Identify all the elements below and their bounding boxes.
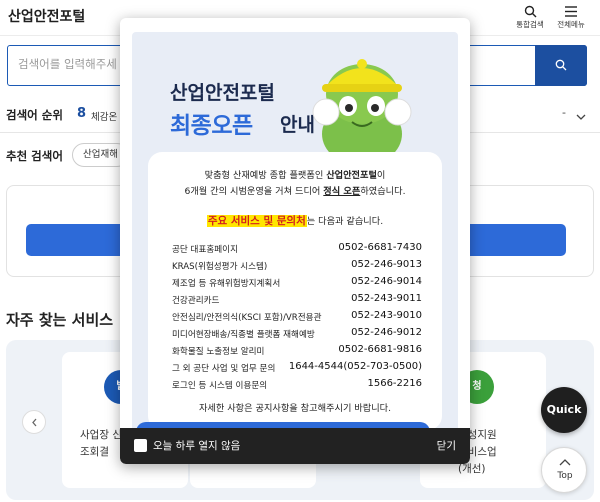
mascot-illustration xyxy=(312,59,412,164)
all-menu-button[interactable]: 전체메뉴 xyxy=(551,3,591,30)
frequent-services-title: 자주 찾는 서비스 xyxy=(6,311,114,329)
contact-row: 공단 대표홈페이지 0502-6681-7430 xyxy=(172,242,422,255)
popup-highlight-line: 주요 서비스 및 문의처는 다음과 같습니다. xyxy=(206,215,384,227)
ranking-change: - xyxy=(562,106,566,119)
ranking-number: 8 xyxy=(77,106,87,121)
popup-intro-line1: 맞춤형 산재예방 종합 플랫폼인 산업안전포털이 xyxy=(204,170,386,181)
contact-row: 제조업 등 유해위험방지계획서 052-246-9014 xyxy=(172,276,422,289)
search-submit-button[interactable] xyxy=(535,44,587,86)
popup-bottom-bar: 오늘 하루 열지 않음 닫기 xyxy=(120,428,470,464)
site-logo[interactable]: 산업안전포털 xyxy=(8,6,85,26)
dont-show-today-checkbox[interactable] xyxy=(134,439,147,452)
ranking-keyword[interactable]: 체감온 xyxy=(91,109,117,123)
contact-row: 미디어현장배송/직종별 플랫폼 재해예방 052-246-9012 xyxy=(172,327,422,340)
chevron-left-icon xyxy=(32,418,37,427)
popup-close-button[interactable]: 닫기 xyxy=(437,438,456,453)
scroll-top-button[interactable]: Top xyxy=(541,447,587,493)
popup-intro-line2: 6개월 간의 시범운영을 거쳐 드디어 정식 오픈하였습니다. xyxy=(184,186,406,197)
recommend-title: 추천 검색어 xyxy=(6,149,63,163)
ranking-title: 검색어 순위 xyxy=(6,108,63,122)
carousel-prev-button[interactable] xyxy=(22,410,46,434)
search-icon xyxy=(555,59,567,70)
popup-title-main: 산업안전포털 xyxy=(170,82,275,104)
all-menu-label: 전체메뉴 xyxy=(557,20,585,29)
search-icon xyxy=(510,3,550,18)
unified-search-button[interactable]: 통합검색 xyxy=(510,3,550,30)
unified-search-label: 통합검색 xyxy=(516,20,544,29)
hamburger-icon xyxy=(551,3,591,17)
contact-row: 로그인 등 시스템 이용문의 1566-2216 xyxy=(172,378,422,391)
service-card-text: 사업장 신 조회결 xyxy=(80,429,122,458)
contact-row: KRAS(위험성평가 시스템) 052-246-9013 xyxy=(172,259,422,272)
contact-row: 건강관리카드 052-243-9011 xyxy=(172,293,422,306)
contact-row: 화학물질 노출정보 알리미 0502-6681-9816 xyxy=(172,344,422,357)
chevron-up-icon xyxy=(559,459,571,466)
popup-banner: 산업안전포털 최종오픈 안내 맞춤형 산재예방 종합 플랫폼인 산업안전포털이 … xyxy=(132,32,458,442)
chevron-down-icon[interactable] xyxy=(576,106,586,125)
contact-row: 안전심리/안전의식(KSCI 포함)/VR전용관 052-243-9010 xyxy=(172,310,422,323)
popup-footer-note: 자세한 사항은 공지사항을 참고해주시기 바랍니다. xyxy=(198,403,392,414)
contact-row: 그 외 공단 사업 및 업무 문의 1644-4544(052-703-0500) xyxy=(172,361,422,374)
quick-menu-button[interactable]: Quick xyxy=(541,387,587,433)
scroll-top-label: Top xyxy=(557,471,573,481)
notice-popup: 산업안전포털 최종오픈 안내 맞춤형 산재예방 종합 플랫폼인 산업안전포털이 … xyxy=(120,18,470,464)
dont-show-today-label[interactable]: 오늘 하루 열지 않음 xyxy=(153,438,240,453)
popup-info-card: 맞춤형 산재예방 종합 플랫폼인 산업안전포털이 6개월 간의 시범운영을 거쳐… xyxy=(148,152,442,430)
popup-title-highlight: 최종오픈 xyxy=(170,113,253,139)
